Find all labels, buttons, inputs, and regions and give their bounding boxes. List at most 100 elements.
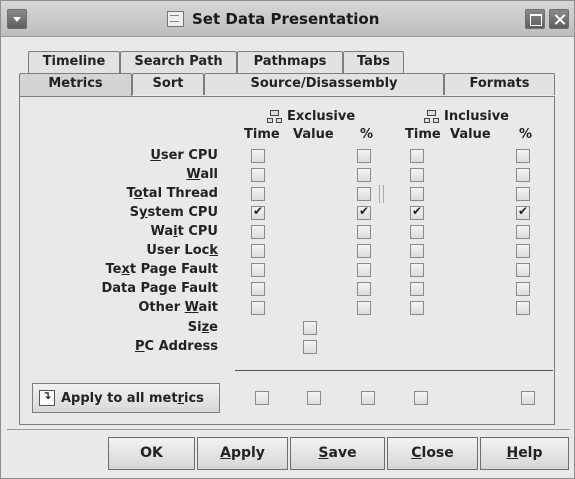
apply-to-all-metrics-button[interactable]: Apply to all metrics (32, 383, 220, 413)
metric-incl-time-checkbox[interactable] (410, 204, 424, 220)
tab-search-path[interactable]: Search Path (120, 51, 237, 73)
separator-line (235, 370, 553, 371)
tab-label: Metrics (48, 76, 103, 91)
metric-excl-pct-checkbox[interactable] (357, 282, 371, 296)
exclusive-tree-icon (267, 110, 282, 124)
help-button[interactable]: Help (480, 437, 569, 470)
metric-incl-time-checkbox[interactable] (410, 282, 424, 296)
tab-label: Pathmaps (253, 54, 327, 69)
tab-formats[interactable]: Formats (444, 73, 555, 95)
metrics-panel (19, 96, 555, 425)
save-button[interactable]: Save (290, 437, 385, 470)
window-menu-icon[interactable] (7, 9, 27, 29)
metric-incl-pct-checkbox[interactable] (516, 149, 530, 163)
metric-label: Other Wait (138, 300, 218, 315)
metric-excl-time-checkbox[interactable] (251, 301, 265, 315)
tab-sort[interactable]: Sort (132, 73, 204, 95)
metric-incl-pct-checkbox[interactable] (516, 187, 530, 201)
size-checkbox[interactable] (303, 321, 317, 335)
metric-incl-pct-checkbox[interactable] (516, 282, 530, 296)
metric-label: System CPU (129, 205, 218, 220)
tab-label: Formats (469, 76, 530, 91)
window-title: Set Data Presentation (192, 10, 380, 28)
col-excl-pct: % (360, 127, 374, 142)
metric-label: Wait CPU (150, 224, 219, 239)
metric-incl-pct-checkbox[interactable] (516, 225, 530, 239)
tab-label: Sort (152, 76, 184, 91)
metric-incl-time-checkbox[interactable] (410, 263, 424, 277)
metric-incl-time-checkbox[interactable] (410, 301, 424, 315)
close-icon[interactable] (549, 9, 569, 29)
tab-timeline[interactable]: Timeline (28, 51, 120, 73)
exclusive-header: Exclusive (287, 109, 356, 124)
metric-excl-time-checkbox[interactable] (251, 282, 265, 296)
metric-excl-time-checkbox[interactable] (251, 187, 265, 201)
close-button[interactable]: Close (387, 437, 478, 470)
metric-label: Data Page Fault (101, 281, 218, 296)
apply-all-label: Apply to all metrics (61, 390, 204, 406)
metric-excl-time-checkbox[interactable] (251, 244, 265, 258)
ok-button[interactable]: OK (108, 437, 195, 470)
metric-incl-pct-checkbox[interactable] (516, 168, 530, 182)
button-divider (7, 429, 570, 430)
tab-pathmaps[interactable]: Pathmaps (237, 51, 343, 73)
metric-excl-time-checkbox[interactable] (251, 204, 265, 220)
metric-incl-pct-checkbox[interactable] (516, 244, 530, 258)
tab-label: Search Path (134, 54, 223, 69)
apply-all-icon (39, 389, 55, 406)
metric-label: Total Thread (126, 186, 219, 201)
metric-incl-pct-checkbox[interactable] (516, 263, 530, 277)
tab-metrics[interactable]: Metrics (19, 73, 132, 96)
inclusive-tree-icon (424, 110, 439, 124)
title-group: Set Data Presentation (167, 10, 379, 28)
metric-excl-pct-checkbox[interactable] (357, 301, 371, 315)
metric-incl-time-checkbox[interactable] (410, 187, 424, 201)
dialog-icon (167, 11, 184, 27)
column-divider (379, 185, 380, 203)
metric-excl-pct-checkbox[interactable] (357, 225, 371, 239)
metric-label: Wall (186, 167, 218, 182)
apply-all-incl-time-checkbox[interactable] (414, 391, 428, 405)
metric-excl-pct-checkbox[interactable] (357, 204, 371, 220)
tab-tabs[interactable]: Tabs (343, 51, 404, 73)
metric-label-pc-address: PC Address (135, 339, 218, 354)
metric-incl-time-checkbox[interactable] (410, 168, 424, 182)
col-incl-value: Value (450, 127, 491, 142)
metric-label: User CPU (150, 148, 218, 163)
pc-address-checkbox[interactable] (303, 340, 317, 354)
metric-excl-pct-checkbox[interactable] (357, 149, 371, 163)
metric-incl-time-checkbox[interactable] (410, 225, 424, 239)
metric-excl-time-checkbox[interactable] (251, 149, 265, 163)
title-bar[interactable]: Set Data Presentation (1, 1, 574, 37)
metric-excl-pct-checkbox[interactable] (357, 263, 371, 277)
dialog-window: Set Data Presentation Timeline Search Pa… (0, 0, 575, 479)
apply-all-excl-time-checkbox[interactable] (255, 391, 269, 405)
tab-label: Source/Disassembly (250, 76, 398, 91)
metric-excl-pct-checkbox[interactable] (357, 168, 371, 182)
col-excl-value: Value (293, 127, 334, 142)
metric-incl-time-checkbox[interactable] (410, 149, 424, 163)
metric-excl-time-checkbox[interactable] (251, 168, 265, 182)
apply-all-incl-pct-checkbox[interactable] (521, 391, 535, 405)
metric-incl-time-checkbox[interactable] (410, 244, 424, 258)
metric-excl-pct-checkbox[interactable] (357, 244, 371, 258)
apply-button[interactable]: Apply (197, 437, 288, 470)
apply-all-excl-value-checkbox[interactable] (307, 391, 321, 405)
maximize-icon[interactable] (525, 9, 545, 29)
metric-excl-pct-checkbox[interactable] (357, 187, 371, 201)
tab-source-disassembly[interactable]: Source/Disassembly (204, 73, 444, 95)
metric-label: User Lock (146, 243, 218, 258)
metric-excl-time-checkbox[interactable] (251, 263, 265, 277)
metric-incl-pct-checkbox[interactable] (516, 204, 530, 220)
tab-label: Tabs (356, 54, 390, 69)
metric-label-size: Size (187, 320, 218, 335)
col-incl-pct: % (519, 127, 533, 142)
metric-label: Text Page Fault (105, 262, 218, 277)
metric-excl-time-checkbox[interactable] (251, 225, 265, 239)
column-divider (383, 185, 384, 203)
apply-all-excl-pct-checkbox[interactable] (361, 391, 375, 405)
tab-label: Timeline (42, 54, 106, 69)
inclusive-header: Inclusive (444, 109, 509, 124)
col-incl-time: Time (405, 127, 441, 142)
metric-incl-pct-checkbox[interactable] (516, 301, 530, 315)
